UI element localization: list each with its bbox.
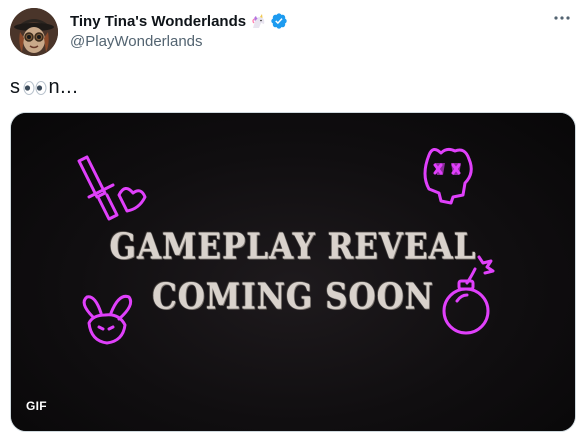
verified-badge-icon	[270, 12, 288, 30]
gif-badge: GIF	[26, 399, 47, 413]
gif-media[interactable]: GAMEPLAY REVEAL COMING SOON GIF	[10, 112, 576, 432]
tweet-text-start: s	[10, 76, 21, 98]
name-row: Tiny Tina's Wonderlands	[70, 11, 288, 31]
eyes-emoji-icon	[23, 80, 47, 96]
headline-line2: COMING SOON	[152, 276, 434, 318]
skull-doodle-icon	[423, 147, 473, 205]
tweet-text-end: n...	[48, 76, 79, 98]
more-icon	[554, 16, 570, 20]
handle[interactable]: @PlayWonderlands	[70, 33, 288, 50]
sword-doodle-icon	[77, 155, 147, 221]
avatar[interactable]	[10, 8, 58, 56]
tweet-header: Tiny Tina's Wonderlands @PlayWonderlands	[70, 11, 288, 50]
avatar-image	[10, 8, 58, 56]
more-options-button[interactable]	[550, 8, 574, 28]
headline-line1: GAMEPLAY REVEAL	[109, 226, 477, 268]
tweet: Tiny Tina's Wonderlands @PlayWonderlands	[0, 0, 586, 434]
tweet-text: s n...	[10, 76, 78, 99]
unicorn-icon	[250, 13, 267, 30]
display-name[interactable]: Tiny Tina's Wonderlands	[70, 13, 246, 30]
